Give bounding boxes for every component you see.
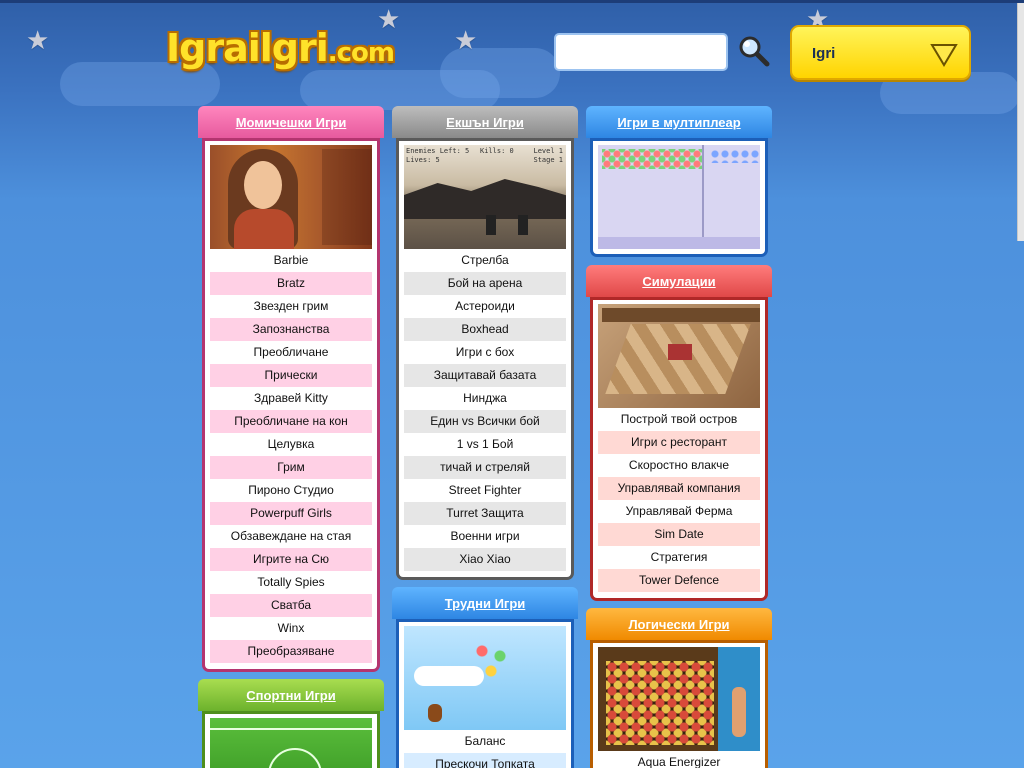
logo-text: Igrailgri (166, 26, 329, 70)
panel-multiplayer-games: Игри в мултиплеар (586, 106, 772, 257)
game-hud-text: Kills: 0 (480, 147, 514, 155)
game-list: Построй твой остров Игри с ресторант Ско… (598, 408, 760, 592)
panel-sports-games: Спортни Игри (198, 679, 384, 768)
list-item[interactable]: Стрелба (404, 249, 566, 272)
panel-title-action[interactable]: Екшън Игри (392, 106, 578, 138)
list-item[interactable]: Управлявай Ферма (598, 500, 760, 523)
list-item[interactable]: Прескочи Топката (404, 753, 566, 768)
game-thumbnail[interactable] (598, 304, 760, 408)
game-thumbnail[interactable]: Enemies Left: 5 Kills: 0 Level 1 Lives: … (404, 145, 566, 249)
list-item[interactable]: Целувка (210, 433, 372, 456)
list-item[interactable]: Игрите на Сю (210, 548, 372, 571)
category-dropdown[interactable]: Igri (790, 25, 971, 80)
list-item[interactable]: Защитавай базата (404, 364, 566, 387)
list-item[interactable]: Powerpuff Girls (210, 502, 372, 525)
list-item[interactable]: Прически (210, 364, 372, 387)
panel-body: Баланс Прескочи Топката (396, 619, 574, 768)
star-icon: ★ (454, 25, 478, 55)
list-item[interactable]: Астероиди (404, 295, 566, 318)
list-item[interactable]: Военни игри (404, 525, 566, 548)
panel-body: Aqua Energizer (590, 640, 768, 768)
panel-title-girls[interactable]: Момичешки Игри (198, 106, 384, 138)
game-thumbnail[interactable] (210, 718, 372, 768)
list-item[interactable]: Обзавеждане на стая (210, 525, 372, 548)
dropdown-selected-label: Igri (812, 45, 836, 62)
game-thumbnail[interactable] (404, 626, 566, 730)
chevron-down-icon (930, 44, 958, 67)
star-icon: ★ (26, 25, 50, 55)
list-item[interactable]: Построй твой остров (598, 408, 760, 431)
site-logo[interactable]: Igrailgri.com (166, 26, 398, 80)
list-item[interactable]: Aqua Energizer (598, 751, 760, 768)
list-item[interactable]: Xiao Xiao (404, 548, 566, 571)
list-item[interactable]: Грим (210, 456, 372, 479)
game-hud-text: Enemies Left: 5 (406, 147, 470, 155)
list-item[interactable]: Игри с бох (404, 341, 566, 364)
panel-body: Enemies Left: 5 Kills: 0 Level 1 Lives: … (396, 138, 574, 580)
list-item[interactable]: Сватба (210, 594, 372, 617)
list-item[interactable]: Sim Date (598, 523, 760, 546)
game-list: Barbie Bratz Звезден грим Запознанства П… (210, 249, 372, 663)
panel-title-logic[interactable]: Логически Игри (586, 608, 772, 640)
list-item[interactable]: Turret Защита (404, 502, 566, 525)
panel-body: Построй твой остров Игри с ресторант Ско… (590, 297, 768, 601)
panel-title-sports[interactable]: Спортни Игри (198, 679, 384, 711)
list-item[interactable]: Преобличане на кон (210, 410, 372, 433)
list-item[interactable]: 1 vs 1 Бой (404, 433, 566, 456)
list-item[interactable]: Скоростно влакче (598, 454, 760, 477)
list-item[interactable]: Преобразяване (210, 640, 372, 663)
list-item[interactable]: Пироно Студио (210, 479, 372, 502)
background-cloud (440, 48, 560, 98)
panel-simulation-games: Симулации Построй твой остров Игри с рес… (586, 265, 772, 601)
search-button[interactable] (736, 33, 772, 69)
game-list: Баланс Прескочи Топката (404, 730, 566, 768)
list-item[interactable]: Здравей Kitty (210, 387, 372, 410)
panel-body: Barbie Bratz Звезден грим Запознанства П… (202, 138, 380, 672)
panel-body (590, 138, 768, 257)
list-item[interactable]: Бой на арена (404, 272, 566, 295)
list-item[interactable]: Звезден грим (210, 295, 372, 318)
list-item[interactable]: Запознанства (210, 318, 372, 341)
list-item[interactable]: Стратегия (598, 546, 760, 569)
list-item[interactable]: Игри с ресторант (598, 431, 760, 454)
list-item[interactable]: Преобличане (210, 341, 372, 364)
list-item[interactable]: Street Fighter (404, 479, 566, 502)
panel-hard-games: Трудни Игри Баланс Прескочи Топката (392, 587, 578, 768)
list-item[interactable]: Нинджа (404, 387, 566, 410)
list-item[interactable]: Управлявай компания (598, 477, 760, 500)
game-thumbnail[interactable] (598, 647, 760, 751)
list-item[interactable]: Bratz (210, 272, 372, 295)
game-list: Стрелба Бой на арена Астероиди Boxhead И… (404, 249, 566, 571)
list-item[interactable]: Tower Defence (598, 569, 760, 592)
panel-body (202, 711, 380, 768)
list-item[interactable]: Barbie (210, 249, 372, 272)
game-hud-text: Level 1 (533, 147, 563, 155)
game-thumbnail[interactable] (210, 145, 372, 249)
scrollbar[interactable] (1017, 3, 1024, 241)
list-item[interactable]: тичай и стреляй (404, 456, 566, 479)
list-item[interactable]: Boxhead (404, 318, 566, 341)
top-border (0, 0, 1024, 3)
game-hud-text: Lives: 5 (406, 156, 440, 164)
list-item[interactable]: Totally Spies (210, 571, 372, 594)
panel-title-simulation[interactable]: Симулации (586, 265, 772, 297)
list-item[interactable]: Един vs Всички бой (404, 410, 566, 433)
search-icon (739, 36, 770, 67)
list-item[interactable]: Winx (210, 617, 372, 640)
panel-title-hard[interactable]: Трудни Игри (392, 587, 578, 619)
game-list: Aqua Energizer (598, 751, 760, 768)
panel-title-multiplayer[interactable]: Игри в мултиплеар (586, 106, 772, 138)
panel-girls-games: Момичешки Игри Barbie Bratz Звезден грим… (198, 106, 384, 672)
search-input[interactable] (554, 33, 728, 71)
list-item[interactable]: Баланс (404, 730, 566, 753)
game-thumbnail[interactable] (598, 145, 760, 249)
game-hud-text: Stage 1 (533, 156, 563, 164)
logo-suffix: .com (327, 38, 395, 68)
panel-action-games: Екшън Игри Enemies Left: 5 Kills: 0 Leve… (392, 106, 578, 580)
panel-logic-games: Логически Игри Aqua Energizer (586, 608, 772, 768)
